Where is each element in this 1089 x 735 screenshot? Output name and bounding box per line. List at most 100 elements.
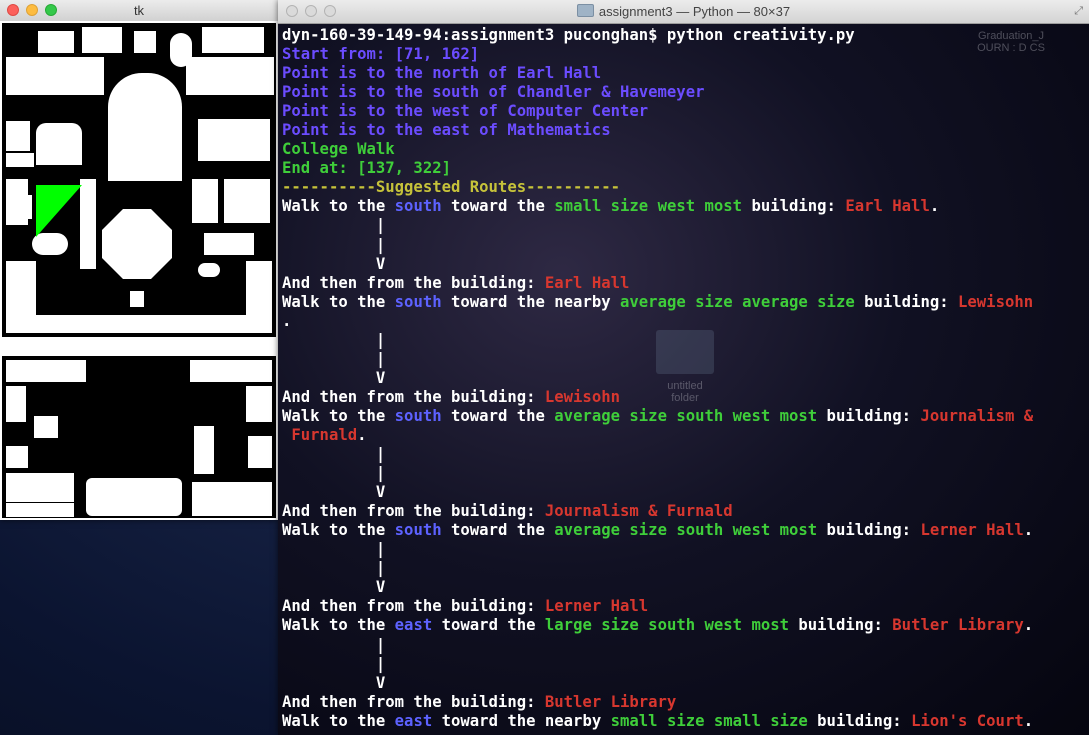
terminal-text-segment: And then from the building: bbox=[282, 273, 545, 292]
building bbox=[6, 446, 28, 468]
building bbox=[198, 119, 270, 161]
terminal-text-segment: Walk to the bbox=[282, 711, 395, 730]
terminal-text-segment: average size south west most bbox=[554, 406, 818, 425]
terminal-text-segment: | bbox=[282, 235, 386, 254]
terminal-text-segment: V bbox=[282, 254, 386, 273]
building bbox=[246, 261, 272, 323]
terminal-text-segment: large size south west most bbox=[544, 616, 790, 635]
terminal-text-segment: building: bbox=[807, 711, 912, 730]
terminal-line: Point is to the north of Earl Hall bbox=[282, 64, 1033, 83]
terminal-line: Point is to the east of Mathematics bbox=[282, 121, 1033, 140]
terminal-text-segment: building: bbox=[854, 292, 959, 311]
building bbox=[36, 123, 82, 165]
route-highlight bbox=[36, 185, 82, 237]
terminal-text-segment: toward the bbox=[432, 616, 545, 635]
terminal-text-segment: | bbox=[282, 464, 386, 483]
terminal-line: Point is to the west of Computer Center bbox=[282, 102, 1033, 121]
terminal-line: V bbox=[282, 255, 1033, 274]
terminal-body[interactable]: Graduation_J OURN : D CS untitled folder… bbox=[278, 24, 1089, 735]
fullscreen-icon[interactable]: ⤢ bbox=[1074, 5, 1083, 18]
terminal-text-segment: V bbox=[282, 578, 386, 597]
terminal-text-segment: | bbox=[282, 330, 386, 349]
building bbox=[186, 57, 274, 95]
terminal-text-segment: . bbox=[1023, 711, 1034, 730]
terminal-text-segment: south bbox=[394, 197, 442, 216]
building bbox=[6, 57, 104, 95]
map-panel-lower bbox=[2, 356, 276, 518]
building bbox=[246, 386, 272, 422]
terminal-line: V bbox=[282, 483, 1033, 502]
terminal-text-segment: toward the nearby bbox=[441, 292, 621, 311]
terminal-text-segment: Point is to the west of Computer Center bbox=[282, 102, 649, 121]
terminal-line: Walk to the south toward the small size … bbox=[282, 197, 1033, 216]
terminal-window: assignment3 — Python — 80×37 ⤢ Graduatio… bbox=[278, 0, 1089, 735]
terminal-text-segment: east bbox=[394, 711, 433, 730]
building bbox=[34, 416, 58, 438]
building bbox=[6, 153, 34, 167]
terminal-text-segment: | bbox=[282, 349, 386, 368]
terminal-line: Walk to the south toward the average siz… bbox=[282, 407, 1033, 426]
terminal-text-segment: Point is to the east of Mathematics bbox=[282, 121, 611, 140]
terminal-line: V bbox=[282, 369, 1033, 388]
building bbox=[194, 426, 214, 474]
building bbox=[190, 360, 272, 382]
terminal-line: | bbox=[282, 331, 1033, 350]
terminal-title-text: assignment3 — Python — 80×37 bbox=[598, 4, 791, 19]
terminal-line: End at: [137, 322] bbox=[282, 159, 1033, 178]
terminal-line: Walk to the south toward the nearby aver… bbox=[282, 293, 1033, 312]
building bbox=[38, 31, 74, 53]
terminal-line: College Walk bbox=[282, 140, 1033, 159]
terminal-line: ----------Suggested Routes---------- bbox=[282, 178, 1033, 197]
building bbox=[82, 27, 122, 53]
terminal-line: | bbox=[282, 464, 1033, 483]
terminal-line: | bbox=[282, 655, 1033, 674]
terminal-text-segment: toward the bbox=[441, 521, 555, 540]
terminal-text-segment: Start from: [71, 162] bbox=[282, 45, 480, 64]
terminal-text-segment: Journalism & bbox=[920, 406, 1034, 425]
terminal-text-segment: . bbox=[929, 197, 940, 216]
terminal-text-segment: Butler Library bbox=[892, 616, 1024, 635]
terminal-text-segment: Lewisohn bbox=[958, 292, 1034, 311]
tk-titlebar[interactable]: tk bbox=[0, 0, 278, 22]
building bbox=[224, 179, 270, 223]
terminal-text-segment: . bbox=[1023, 521, 1034, 540]
terminal-text-segment: End at: [137, 322] bbox=[282, 159, 451, 178]
terminal-text-segment: toward the bbox=[441, 197, 555, 216]
building bbox=[248, 436, 272, 468]
terminal-line: And then from the building: Earl Hall bbox=[282, 274, 1033, 293]
terminal-text-segment: Lerner Hall bbox=[920, 521, 1024, 540]
terminal-text-segment: . bbox=[357, 425, 367, 444]
terminal-text-segment: | bbox=[282, 635, 386, 654]
terminal-text-segment: ----------Suggested Routes---------- bbox=[282, 178, 620, 197]
building bbox=[198, 263, 220, 277]
campus-map-canvas[interactable] bbox=[0, 21, 278, 520]
terminal-text-segment: And then from the building: bbox=[282, 387, 545, 406]
terminal-text-segment: V bbox=[282, 368, 386, 387]
building bbox=[204, 233, 254, 255]
folder-icon bbox=[576, 4, 594, 17]
terminal-text-segment: toward the bbox=[441, 406, 555, 425]
terminal-text-segment: average size south west most bbox=[554, 521, 818, 540]
terminal-text-segment: south bbox=[394, 292, 442, 311]
building bbox=[6, 386, 26, 422]
terminal-text-segment: V bbox=[282, 673, 386, 692]
terminal-text-segment: | bbox=[282, 540, 386, 559]
building bbox=[192, 179, 218, 223]
building bbox=[6, 179, 28, 225]
terminal-text-segment: . bbox=[282, 311, 292, 330]
building bbox=[86, 478, 182, 516]
terminal-line: Start from: [71, 162] bbox=[282, 45, 1033, 64]
terminal-line: V bbox=[282, 674, 1033, 693]
terminal-text-segment: | bbox=[282, 445, 386, 464]
terminal-title: assignment3 — Python — 80×37 bbox=[278, 4, 1089, 19]
terminal-text-segment: Butler Library bbox=[544, 692, 677, 711]
terminal-line: | bbox=[282, 540, 1033, 559]
terminal-text-segment: Point is to the north of Earl Hall bbox=[282, 64, 602, 83]
terminal-line: Walk to the east toward the nearby small… bbox=[282, 712, 1033, 731]
tk-window-title: tk bbox=[133, 3, 145, 18]
building bbox=[202, 27, 264, 53]
terminal-titlebar[interactable]: assignment3 — Python — 80×37 ⤢ bbox=[278, 0, 1089, 24]
terminal-line: | bbox=[282, 559, 1033, 578]
terminal-text-segment: Earl Hall bbox=[845, 197, 930, 216]
building bbox=[80, 179, 96, 269]
